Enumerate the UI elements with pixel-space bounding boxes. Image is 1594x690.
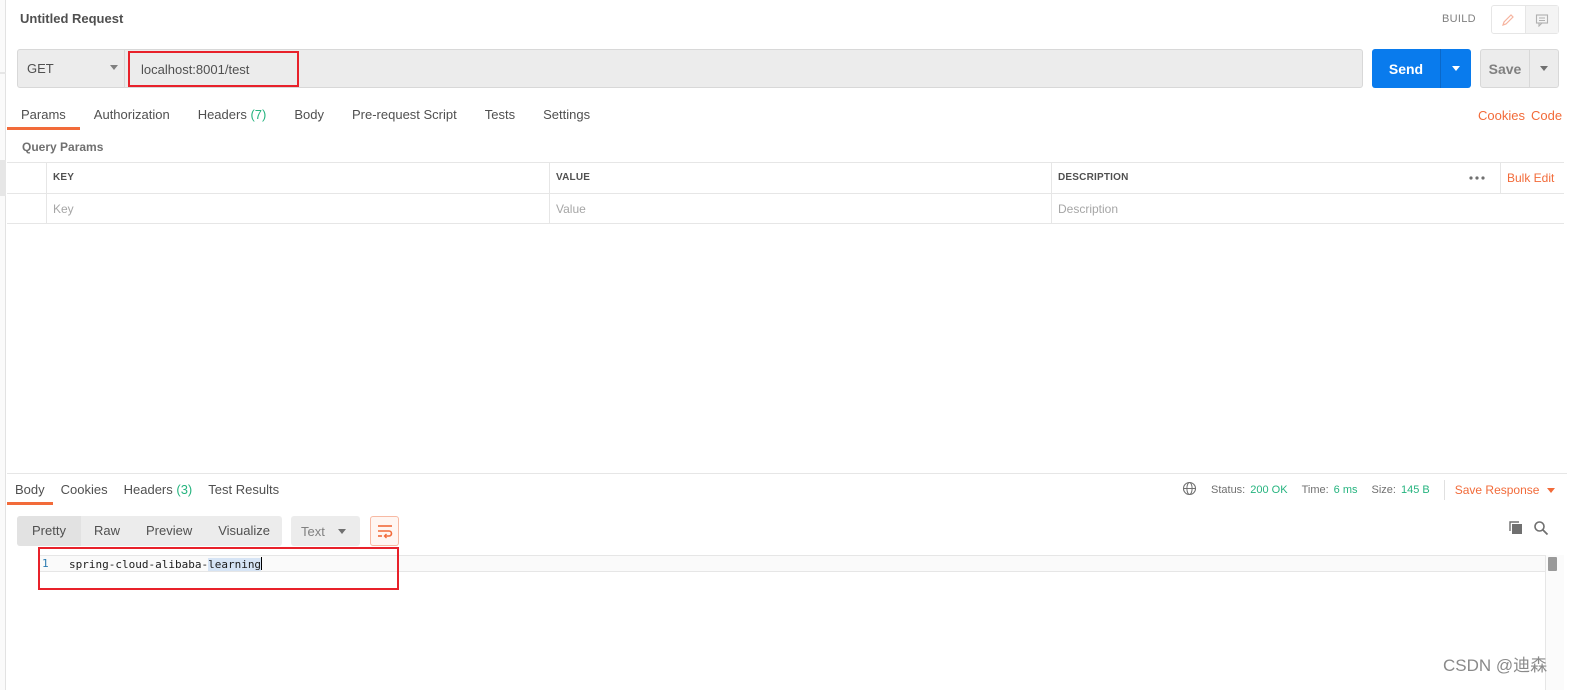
view-tab-pretty[interactable]: Pretty xyxy=(17,516,81,546)
time-value[interactable]: 6 ms xyxy=(1334,484,1358,496)
size-label: Size: xyxy=(1371,484,1396,496)
tab-headers[interactable]: Headers (7) xyxy=(184,104,281,130)
tab-params[interactable]: Params xyxy=(7,104,80,130)
pencil-icon[interactable] xyxy=(1492,6,1525,33)
column-header-value: VALUE xyxy=(549,163,1051,193)
save-label[interactable]: Save xyxy=(1481,50,1529,87)
cookies-link[interactable]: Cookies xyxy=(1478,108,1525,123)
chevron-down-icon xyxy=(1540,66,1548,71)
divider xyxy=(1443,480,1445,500)
column-header-description: DESCRIPTION xyxy=(1051,163,1461,193)
save-button[interactable]: Save xyxy=(1480,49,1559,88)
annotation-box-url xyxy=(128,51,299,87)
save-options-button[interactable] xyxy=(1529,50,1558,87)
send-options-button[interactable] xyxy=(1440,49,1471,88)
value-input[interactable]: Value xyxy=(549,194,1051,224)
view-tab-raw[interactable]: Raw xyxy=(81,516,133,546)
response-tab-body[interactable]: Body xyxy=(7,479,53,505)
build-mode-label: BUILD xyxy=(1442,13,1476,25)
status-label: Status: xyxy=(1211,484,1246,496)
chevron-down-icon xyxy=(110,65,118,70)
view-tab-visualize[interactable]: Visualize xyxy=(205,516,283,546)
request-title[interactable]: Untitled Request xyxy=(20,11,123,26)
wrap-icon xyxy=(377,525,392,539)
scrollbar-thumb[interactable] xyxy=(1548,557,1557,571)
editor-scrollbar[interactable] xyxy=(1545,555,1564,690)
column-header-key: KEY xyxy=(46,163,549,193)
comment-icon[interactable] xyxy=(1524,6,1558,33)
chevron-down-icon xyxy=(1452,66,1460,71)
query-params-label: Query Params xyxy=(22,140,104,154)
send-button[interactable]: Send xyxy=(1372,49,1471,88)
tab-headers-label: Headers xyxy=(197,107,247,122)
chevron-down-icon xyxy=(1547,487,1556,493)
watermark: CSDN @迪森 xyxy=(1443,656,1548,675)
response-tab-test-results[interactable]: Test Results xyxy=(200,479,287,505)
method-select[interactable]: GET xyxy=(17,49,125,88)
wrap-lines-button[interactable] xyxy=(370,516,399,546)
send-label[interactable]: Send xyxy=(1372,49,1440,88)
headers-count: (7) xyxy=(250,107,267,122)
left-gutter xyxy=(0,0,6,690)
description-input[interactable]: Description xyxy=(1051,194,1564,224)
key-input[interactable]: Key xyxy=(46,194,549,224)
response-tab-headers[interactable]: Headers (3) xyxy=(116,479,201,505)
code-link[interactable]: Code xyxy=(1531,108,1562,123)
search-icon[interactable] xyxy=(1533,520,1549,539)
view-mode-tabs: Pretty Raw Preview Visualize xyxy=(17,516,282,546)
tab-authorization[interactable]: Authorization xyxy=(80,104,184,130)
globe-icon[interactable] xyxy=(1182,481,1197,499)
response-tabs: Body Cookies Headers (3) Test Results xyxy=(7,479,287,505)
annotation-box-response xyxy=(38,547,399,590)
bulk-edit-link[interactable]: Bulk Edit xyxy=(1500,163,1564,193)
size-value[interactable]: 145 B xyxy=(1401,484,1430,496)
save-response-label: Save Response xyxy=(1454,483,1540,497)
chevron-down-icon xyxy=(338,529,346,534)
time-label: Time: xyxy=(1301,484,1329,496)
more-options-icon[interactable] xyxy=(1461,163,1501,193)
table-row: Key Value Description xyxy=(7,194,1564,225)
format-select[interactable]: Text xyxy=(291,516,360,546)
tab-body[interactable]: Body xyxy=(280,104,338,130)
request-tabs: Params Authorization Headers (7) Body Pr… xyxy=(7,104,604,132)
params-table: KEY VALUE DESCRIPTION Bulk Edit Key Valu… xyxy=(7,162,1564,224)
save-response-button[interactable]: Save Response xyxy=(1455,483,1556,497)
response-tab-cookies[interactable]: Cookies xyxy=(53,479,116,505)
table-header-row: KEY VALUE DESCRIPTION Bulk Edit xyxy=(7,163,1564,194)
gutter-mark xyxy=(0,160,6,196)
tab-tests[interactable]: Tests xyxy=(471,104,529,130)
status-value[interactable]: 200 OK xyxy=(1250,484,1287,496)
tab-pre-request-script[interactable]: Pre-request Script xyxy=(338,104,471,130)
copy-icon[interactable] xyxy=(1508,520,1524,539)
view-tab-preview[interactable]: Preview xyxy=(133,516,205,546)
format-value: Text xyxy=(301,523,325,539)
response-headers-count: (3) xyxy=(176,482,193,497)
tab-settings[interactable]: Settings xyxy=(529,104,604,130)
gutter-mark xyxy=(0,72,6,74)
method-value: GET xyxy=(27,61,54,76)
response-meta: Status: 200 OK Time: 6 ms Size: 145 B Sa… xyxy=(1182,480,1556,500)
mode-toggle[interactable] xyxy=(1491,5,1559,34)
response-tab-headers-label: Headers xyxy=(123,482,173,497)
response-divider[interactable] xyxy=(7,473,1567,474)
